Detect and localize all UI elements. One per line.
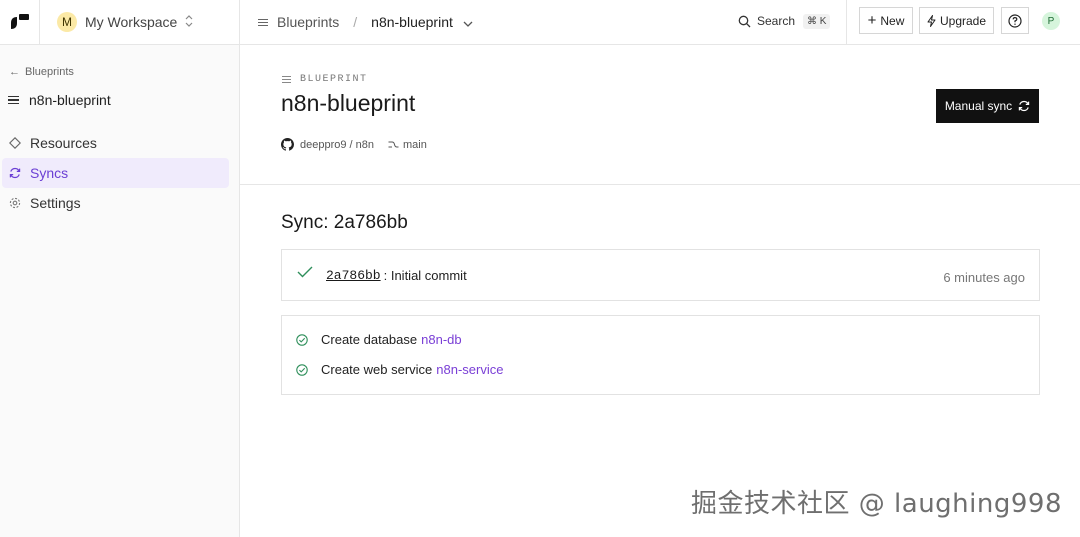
search-label: Search <box>757 14 796 28</box>
commit-card: 2a786bb : Initial commit 6 minutes ago <box>281 249 1040 301</box>
list-item: Create database n8n-db <box>296 332 462 347</box>
sync-heading: Sync: 2a786bb <box>281 212 408 233</box>
breadcrumb-separator: / <box>353 14 358 30</box>
blueprint-header: BLUEPRINT n8n-blueprint deeppro9 / n8n m… <box>240 45 1080 185</box>
workspace-name: My Workspace <box>85 14 178 30</box>
page-title: n8n-blueprint <box>281 90 416 116</box>
upgrade-button[interactable]: Upgrade <box>919 7 994 34</box>
blueprint-type-label: BLUEPRINT <box>282 74 368 85</box>
commit-hash-link[interactable]: 2a786bb <box>326 268 381 283</box>
logo[interactable] <box>0 0 40 44</box>
step-text: Create web service <box>321 362 433 377</box>
sidebar-item-settings[interactable]: Settings <box>2 188 229 218</box>
sidebar-title: n8n-blueprint <box>8 92 111 108</box>
resource-link-n8n-db[interactable]: n8n-db <box>421 332 461 347</box>
back-to-blueprints-link[interactable]: ← Blueprints <box>9 66 74 78</box>
sidebar-item-label: Resources <box>30 135 97 151</box>
search-button[interactable]: Search ⌘ K <box>738 10 831 32</box>
sidebar-item-label: Syncs <box>30 165 69 181</box>
sync-steps: Create database n8n-db Create web servic… <box>281 315 1040 395</box>
branch-name: main <box>403 138 427 151</box>
sidebar-item-resources[interactable]: Resources <box>2 128 229 158</box>
branch-icon <box>388 141 399 148</box>
divider <box>846 0 847 44</box>
repo-link[interactable]: deeppro9 / n8n <box>300 139 374 151</box>
list-item: Create web service n8n-service <box>296 362 503 377</box>
chevron-up-down-icon <box>185 14 193 30</box>
question-circle-icon <box>1008 13 1022 28</box>
blueprint-icon <box>8 94 19 107</box>
commit-message: : Initial commit <box>383 268 467 283</box>
search-shortcut: ⌘ K <box>803 13 831 29</box>
user-avatar[interactable]: P <box>1042 12 1060 30</box>
manual-sync-label: Manual sync <box>944 99 1013 113</box>
search-icon <box>738 15 751 27</box>
upgrade-label: Upgrade <box>939 13 987 28</box>
sync-icon <box>9 167 21 179</box>
breadcrumb-blueprints[interactable]: Blueprints <box>277 14 339 30</box>
help-button[interactable] <box>1001 7 1029 34</box>
github-icon <box>281 138 294 151</box>
check-circle-icon <box>296 333 308 346</box>
new-button[interactable]: + New <box>859 7 913 34</box>
back-label: Blueprints <box>25 66 74 78</box>
plus-icon: + <box>867 12 877 29</box>
sidebar-item-label: Settings <box>30 195 81 211</box>
breadcrumb: Blueprints / n8n-blueprint <box>258 0 473 44</box>
sync-icon <box>1018 100 1030 112</box>
checkmark-icon <box>297 266 313 278</box>
step-text: Create database <box>321 332 418 347</box>
breadcrumb-current[interactable]: n8n-blueprint <box>371 14 453 30</box>
lightning-icon <box>927 14 936 27</box>
blueprint-icon <box>282 74 291 85</box>
chevron-down-icon[interactable] <box>463 14 473 30</box>
check-circle-icon <box>296 363 308 376</box>
resource-link-n8n-service[interactable]: n8n-service <box>436 362 503 377</box>
repo-info: deeppro9 / n8n main <box>281 138 427 151</box>
sidebar-item-syncs[interactable]: Syncs <box>2 158 229 188</box>
commit-summary: 2a786bb : Initial commit <box>326 268 467 283</box>
main-content: BLUEPRINT n8n-blueprint deeppro9 / n8n m… <box>240 45 1080 537</box>
workspace-avatar: M <box>57 12 77 32</box>
gear-icon <box>9 197 21 209</box>
type-label-text: BLUEPRINT <box>300 74 368 85</box>
watermark: 掘金技术社区 @ laughing998 <box>691 489 1062 519</box>
new-label: New <box>880 13 905 28</box>
workspace-switcher[interactable]: M My Workspace <box>40 0 240 44</box>
sidebar-title-text: n8n-blueprint <box>29 92 111 108</box>
top-bar: M My Workspace Blueprints / n8n-blueprin… <box>0 0 1080 45</box>
blueprint-icon <box>258 17 268 28</box>
logo-icon <box>11 14 29 29</box>
commit-timestamp: 6 minutes ago <box>943 270 1025 285</box>
branch-info: main <box>388 139 427 151</box>
sidebar: ← Blueprints n8n-blueprint Resources Syn… <box>0 45 240 537</box>
manual-sync-button[interactable]: Manual sync <box>936 89 1039 123</box>
diamond-icon <box>9 137 21 149</box>
arrow-left-icon: ← <box>9 66 20 78</box>
